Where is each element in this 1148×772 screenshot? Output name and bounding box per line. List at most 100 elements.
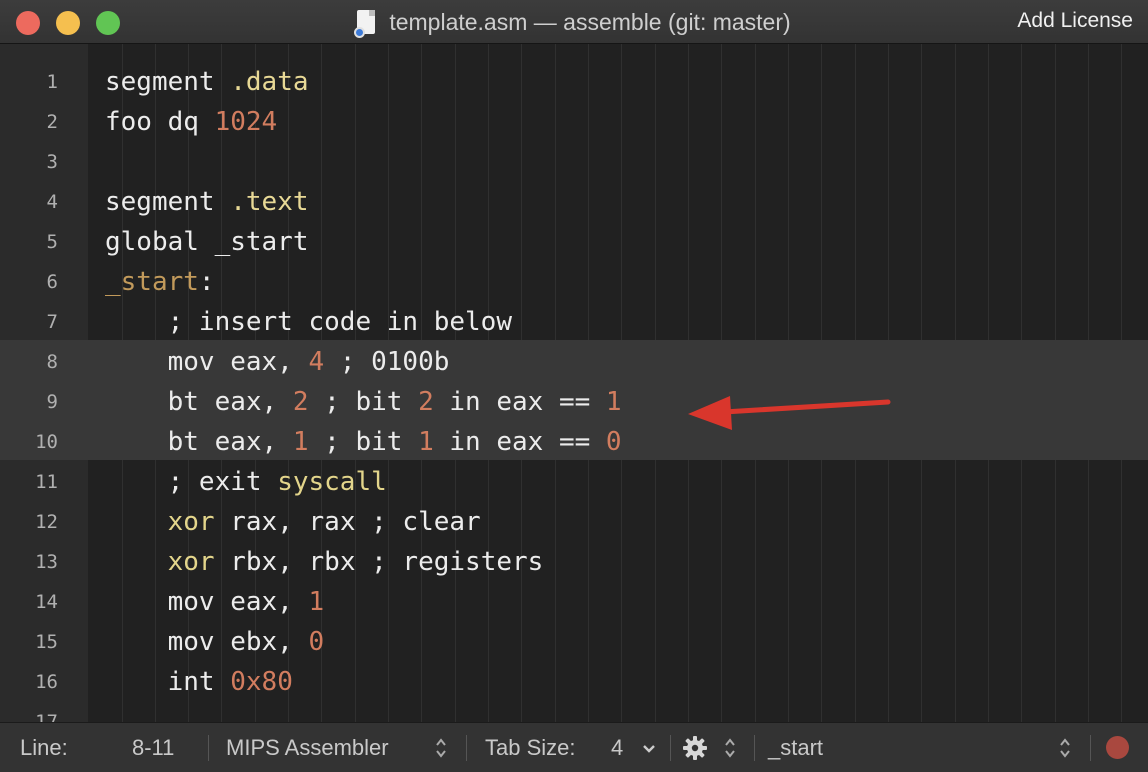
code-line[interactable]: 4 segment .text [0, 182, 1148, 222]
minimize-window-button[interactable] [56, 11, 80, 35]
tab-size-label: Tab Size: [485, 735, 576, 760]
line-number[interactable]: 5 [0, 222, 58, 262]
code-token: bt eax, [105, 387, 293, 417]
code-token: mov eax, [105, 587, 309, 617]
code-token: xor [167, 507, 215, 537]
chevron-down-icon[interactable] [641, 736, 657, 760]
red-arrow-icon [688, 396, 891, 430]
divider [208, 735, 209, 761]
code-token: bt eax, [105, 427, 293, 457]
code-token: in eax == [433, 387, 606, 417]
code-token: segment [105, 187, 231, 217]
code-text[interactable]: mov eax, 4 ; 0100b [105, 342, 450, 382]
line-range-value[interactable]: 8-11 [132, 723, 174, 772]
code-token: 0x80 [230, 667, 293, 697]
divider [670, 735, 671, 761]
line-number[interactable]: 10 [0, 422, 58, 462]
tab-size-selector[interactable]: 4 [611, 723, 623, 772]
code-text[interactable]: ; exit syscall [105, 462, 387, 502]
code-text[interactable]: mov ebx, 0 [105, 622, 325, 662]
code-line[interactable]: 5 global _start [0, 222, 1148, 262]
divider [754, 735, 755, 761]
line-number[interactable]: 1 [0, 62, 58, 102]
code-line[interactable]: 15 mov ebx, 0 [0, 622, 1148, 662]
code-line[interactable]: 17 [0, 702, 1148, 722]
code-line[interactable]: 14 mov eax, 1 [0, 582, 1148, 622]
code-line[interactable]: 2 foo dq 1024 [0, 102, 1148, 142]
code-text[interactable]: bt eax, 2 ; bit 2 in eax == 1 [105, 382, 622, 422]
line-number[interactable]: 14 [0, 582, 58, 622]
code-text[interactable]: foo dq 1024 [105, 102, 277, 142]
line-number[interactable]: 16 [0, 662, 58, 702]
code-text[interactable]: global _start [105, 222, 309, 262]
symbol-selector[interactable]: _start [768, 723, 823, 772]
zoom-window-button[interactable] [96, 11, 120, 35]
gear-icon[interactable] [682, 735, 708, 761]
code-token: : [198, 267, 215, 297]
code-token: int [105, 667, 231, 697]
code-text[interactable]: mov eax, 1 [105, 582, 325, 622]
code-token: xor [167, 547, 215, 577]
close-window-button[interactable] [16, 11, 40, 35]
code-line[interactable]: 10 bt eax, 1 ; bit 1 in eax == 0 [0, 422, 1148, 462]
code-token: ; exit [105, 467, 278, 497]
code-line[interactable]: 7 ; insert code in below [0, 302, 1148, 342]
code-token: 0 [605, 427, 622, 457]
code-text[interactable]: xor rax, rax ; clear [105, 502, 481, 542]
line-number[interactable]: 4 [0, 182, 58, 222]
code-token: global _start [105, 227, 309, 257]
code-text[interactable]: bt eax, 1 ; bit 1 in eax == 0 [105, 422, 622, 462]
line-number[interactable]: 11 [0, 462, 58, 502]
code-token: 1 [308, 587, 325, 617]
line-number[interactable]: 3 [0, 142, 58, 182]
code-token: in eax == [433, 427, 606, 457]
line-number[interactable]: 6 [0, 262, 58, 302]
add-license-button[interactable]: Add License [1017, 9, 1133, 33]
code-line[interactable]: 11 ; exit syscall [0, 462, 1148, 502]
line-number[interactable]: 9 [0, 382, 58, 422]
code-text[interactable]: segment .data [105, 62, 309, 102]
code-token: ; bit [308, 387, 419, 417]
line-number[interactable]: 15 [0, 622, 58, 662]
line-number[interactable]: 2 [0, 102, 58, 142]
code-token: .data [230, 67, 309, 97]
divider [466, 735, 467, 761]
up-down-chevron-icon[interactable] [724, 736, 736, 760]
code-token: foo dq [105, 107, 215, 137]
code-token: .text [230, 187, 309, 217]
code-line[interactable]: 6 _start: [0, 262, 1148, 302]
code-line[interactable]: 9 bt eax, 2 ; bit 2 in eax == 1 [0, 382, 1148, 422]
code-line[interactable]: 8 mov eax, 4 ; 0100b [0, 342, 1148, 382]
code-token: rbx, rbx ; registers [214, 547, 544, 577]
code-token: ; 0100b [324, 347, 450, 377]
code-text[interactable]: segment .text [105, 182, 309, 222]
code-lines[interactable]: 1 segment .data 2 foo dq 1024 3 4 segment .tex… [0, 62, 1148, 722]
code-line[interactable]: 3 [0, 142, 1148, 182]
title-bar[interactable]: template.asm — assemble (git: master) Ad… [0, 0, 1148, 44]
code-token: 4 [308, 347, 325, 377]
code-line[interactable]: 13 xor rbx, rbx ; registers [0, 542, 1148, 582]
code-text[interactable]: int 0x80 [105, 662, 293, 702]
code-text[interactable]: xor rbx, rbx ; registers [105, 542, 544, 582]
code-line[interactable]: 12 xor rax, rax ; clear [0, 502, 1148, 542]
code-text[interactable]: ; insert code in below [105, 302, 512, 342]
up-down-chevron-icon[interactable] [1059, 736, 1071, 760]
code-text[interactable]: _start: [105, 262, 215, 302]
code-editor[interactable]: 1 segment .data 2 foo dq 1024 3 4 segment .tex… [0, 44, 1148, 722]
macro-record-button[interactable] [1106, 736, 1129, 759]
line-number[interactable]: 17 [0, 702, 58, 722]
code-token: 0 [308, 627, 325, 657]
line-number[interactable]: 12 [0, 502, 58, 542]
divider [1090, 735, 1091, 761]
line-label: Line: [20, 735, 68, 760]
line-number[interactable]: 7 [0, 302, 58, 342]
code-token: 1 [292, 427, 309, 457]
line-number[interactable]: 13 [0, 542, 58, 582]
code-line[interactable]: 16 int 0x80 [0, 662, 1148, 702]
code-token: ; insert code in below [105, 307, 512, 337]
code-line[interactable]: 1 segment .data [0, 62, 1148, 102]
up-down-chevron-icon[interactable] [435, 736, 447, 760]
line-number[interactable]: 8 [0, 342, 58, 382]
document-icon[interactable] [354, 10, 376, 38]
language-selector[interactable]: MIPS Assembler [226, 723, 389, 772]
